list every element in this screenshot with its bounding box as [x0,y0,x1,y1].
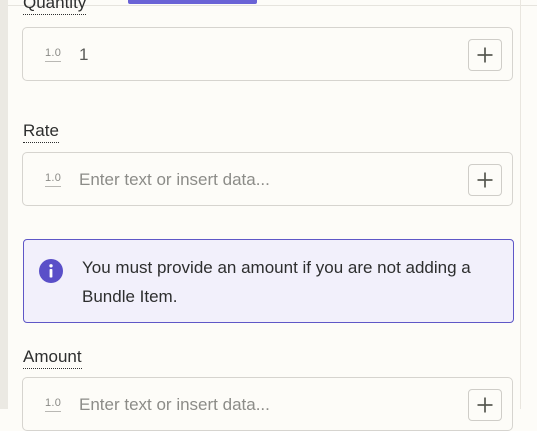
amount-insert-data-button[interactable] [468,389,502,421]
bundle-item-notice: You must provide an amount if you are no… [23,239,514,323]
active-tab-indicator [128,0,257,4]
plus-icon [477,47,493,63]
quantity-label: Quantity [23,0,87,15]
quantity-type-badge: 1.0 [45,46,62,62]
rate-type-badge: 1.0 [45,171,62,187]
notice-message: You must provide an amount if you are no… [82,258,471,306]
amount-field[interactable]: 1.0 Enter text or insert data... [22,377,513,431]
info-icon [39,259,63,283]
rate-field[interactable]: 1.0 Enter text or insert data... [22,152,513,206]
quantity-insert-data-button[interactable] [468,39,502,71]
amount-label: Amount [23,347,82,369]
left-rail [0,0,8,409]
amount-placeholder[interactable]: Enter text or insert data... [79,394,270,416]
amount-type-badge: 1.0 [45,396,62,412]
rate-insert-data-button[interactable] [468,164,502,196]
plus-icon [477,397,493,413]
top-divider [8,5,537,6]
quantity-field[interactable]: 1.0 1 [22,27,513,81]
scroll-edge [520,0,521,409]
quantity-value[interactable]: 1 [79,44,88,66]
plus-icon [477,172,493,188]
rate-label: Rate [23,121,59,143]
rate-placeholder[interactable]: Enter text or insert data... [79,169,270,191]
